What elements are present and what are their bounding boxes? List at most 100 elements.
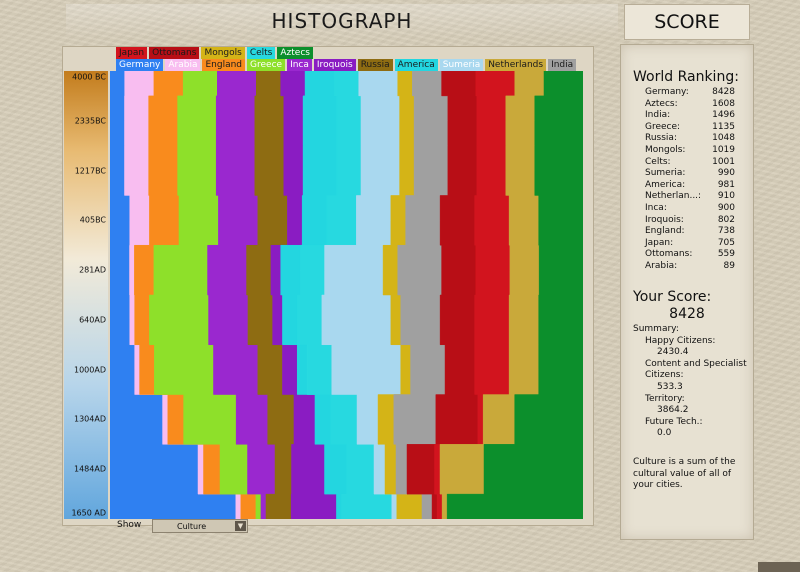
legend-japan: Japan xyxy=(116,47,148,59)
summary-item-value: 2430.4 xyxy=(657,347,689,358)
ranking-row: Aztecs: 1608 xyxy=(645,99,735,111)
ranking-civ-score: 8428 xyxy=(712,87,735,97)
y-tick-label: 640AD xyxy=(79,315,106,325)
legend-ottomans: Ottomans xyxy=(149,47,200,59)
ranking-row: Sumeria: 990 xyxy=(645,168,735,180)
score-summary: Summary: Happy Citizens: 2430.4 Content an… xyxy=(633,324,749,440)
ranking-civ-score: 738 xyxy=(717,226,735,237)
legend-mongols: Mongols xyxy=(201,47,245,59)
ranking-row: America: 981 xyxy=(645,180,735,192)
y-tick-label: 1484AD xyxy=(74,464,106,474)
legend-england: England xyxy=(202,59,246,71)
score-tab[interactable]: SCORE xyxy=(624,4,750,40)
ranking-civ-score: 981 xyxy=(717,179,735,190)
chevron-down-icon[interactable]: ▼ xyxy=(235,521,246,531)
legend-iroquois: Iroquois xyxy=(313,59,356,71)
y-axis-timeline: 4000 BC 2335BC 1217BC 405BC 281AD 640AD 1000AD… xyxy=(64,71,108,519)
ranking-civ-score: 1001 xyxy=(712,156,735,167)
summary-title: Summary: xyxy=(633,324,679,334)
ranking-row: England: 738 xyxy=(645,226,735,238)
culture-footnote: Culture is a sum of the cultural value o… xyxy=(633,457,736,491)
ranking-civ-score: 1135 xyxy=(712,121,735,132)
ranking-row: Greece: 1135 xyxy=(645,122,735,134)
ranking-civ-name: America: xyxy=(645,179,686,190)
show-label: Show xyxy=(117,520,142,530)
world-ranking-list: Germany: 8428 Aztecs: 1608 India: 1496 Greece:… xyxy=(645,87,735,273)
show-dropdown-value: Culture xyxy=(177,522,207,531)
legend-inca: Inca xyxy=(287,59,312,71)
ranking-civ-name: Germany: xyxy=(645,87,689,97)
legend-sumeria: Sumeria xyxy=(439,59,484,71)
ranking-row: Netherlan...: 910 xyxy=(645,191,735,203)
y-tick-label: 1217BC xyxy=(74,166,106,176)
ranking-civ-score: 705 xyxy=(717,237,735,248)
ranking-civ-name: Russia: xyxy=(645,133,677,144)
ranking-civ-name: Mongols: xyxy=(645,144,686,155)
ranking-row: Russia: 1048 xyxy=(645,133,735,145)
y-tick-label: 4000 BC xyxy=(72,72,106,82)
ranking-civ-name: Ottomans: xyxy=(645,249,693,260)
world-ranking-title: World Ranking: xyxy=(633,69,739,85)
ranking-row: Celts: 1001 xyxy=(645,157,735,169)
ranking-row: Ottomans: 559 xyxy=(645,249,735,261)
ranking-civ-name: Inca: xyxy=(645,202,667,213)
ranking-row: India: 1496 xyxy=(645,110,735,122)
ranking-civ-name: Sumeria: xyxy=(645,168,686,179)
legend-russia: Russia xyxy=(357,59,393,71)
summary-item-label: Content and Specialist Citizens: xyxy=(645,358,747,381)
legend-row-2: Germany Arabia England Greece Inca Iroquois Ru… xyxy=(116,59,578,71)
legend-aztecs: Aztecs xyxy=(277,47,313,59)
y-tick-label: 1000AD xyxy=(74,365,106,375)
legend-india: India xyxy=(548,59,577,71)
your-score-title: Your Score: xyxy=(633,289,712,305)
corner-button[interactable] xyxy=(758,562,800,572)
y-tick-label: 1304AD xyxy=(74,414,106,424)
legend-celts: Celts xyxy=(246,47,276,59)
ranking-civ-name: Aztecs: xyxy=(645,98,678,109)
ranking-civ-name: Arabia: xyxy=(645,260,678,271)
y-tick-label: 281AD xyxy=(79,265,106,275)
ranking-row: Inca: 900 xyxy=(645,203,735,215)
ranking-row: Japan: 705 xyxy=(645,238,735,250)
legend-arabia: Arabia xyxy=(165,59,201,71)
ranking-row: Mongols: 1019 xyxy=(645,145,735,157)
ranking-civ-score: 1496 xyxy=(712,110,735,121)
your-score-value: 8428 xyxy=(669,306,705,322)
ranking-civ-score: 1019 xyxy=(712,144,735,155)
legend-netherlands: Netherlands xyxy=(485,59,547,71)
summary-item-value: 0.0 xyxy=(657,428,672,439)
summary-item-label: Future Tech.: xyxy=(645,416,703,427)
ranking-civ-name: Celts: xyxy=(645,156,671,167)
y-tick-label: 2335BC xyxy=(74,116,106,126)
y-tick-label: 405BC xyxy=(79,215,106,225)
ranking-civ-score: 1048 xyxy=(712,133,735,144)
ranking-civ-score: 910 xyxy=(717,191,735,202)
summary-item-label: Happy Citizens: xyxy=(645,335,716,346)
ranking-civ-score: 900 xyxy=(717,202,735,213)
ranking-row: Arabia: 89 xyxy=(645,261,735,273)
histograph-title: HISTOGRAPH xyxy=(66,4,618,38)
ranking-civ-name: Greece: xyxy=(645,121,681,132)
legend-row-1: Japan Ottomans Mongols Celts Aztecs xyxy=(116,47,315,59)
ranking-civ-name: India: xyxy=(645,110,671,121)
ranking-civ-name: Iroquois: xyxy=(645,214,684,225)
ranking-civ-score: 559 xyxy=(717,249,735,260)
ranking-civ-name: Japan: xyxy=(645,237,674,248)
summary-item-label: Territory: xyxy=(645,393,685,404)
y-tick-label: 1650 AD xyxy=(71,508,106,518)
legend-america: America xyxy=(394,59,438,71)
show-dropdown[interactable]: Culture ▼ xyxy=(152,519,248,533)
ranking-row: Iroquois: 802 xyxy=(645,215,735,227)
ranking-civ-name: Netherlan...: xyxy=(645,191,702,202)
ranking-civ-score: 990 xyxy=(717,168,735,179)
score-panel: World Ranking: Germany: 8428 Aztecs: 1608 In… xyxy=(620,44,754,540)
legend-germany: Germany xyxy=(116,59,164,71)
ranking-civ-score: 89 xyxy=(723,260,735,271)
ranking-civ-name: England: xyxy=(645,226,685,237)
ranking-civ-score: 1608 xyxy=(712,98,735,109)
summary-item-value: 3864.2 xyxy=(657,405,689,416)
legend-greece: Greece xyxy=(247,59,286,71)
histograph-plot xyxy=(110,71,583,519)
ranking-civ-score: 802 xyxy=(717,214,735,225)
ranking-row: Germany: 8428 xyxy=(645,87,735,99)
